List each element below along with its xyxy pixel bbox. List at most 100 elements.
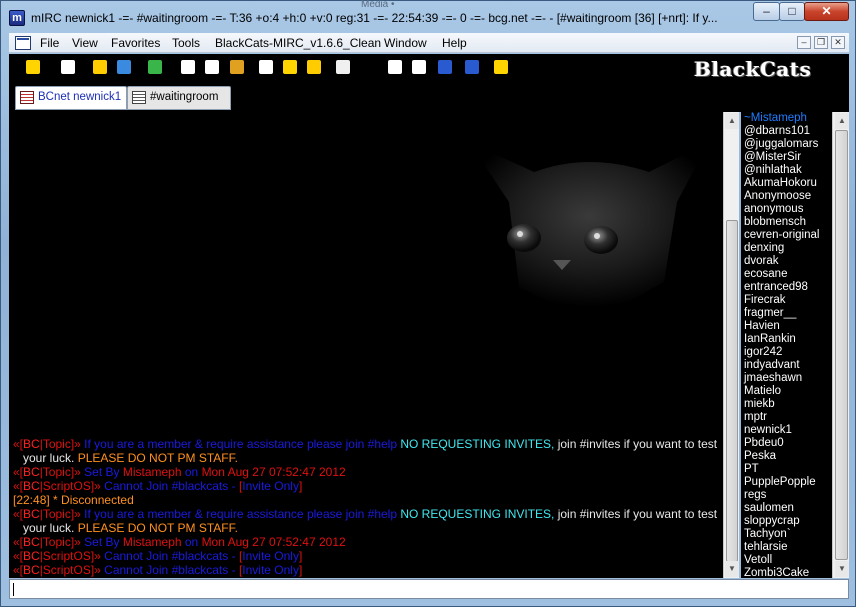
- nick-item[interactable]: indyadvant: [741, 359, 832, 372]
- nick-item[interactable]: @juggalomars: [741, 138, 832, 151]
- url-icon[interactable]: [412, 60, 426, 74]
- close-button[interactable]: ✕: [804, 2, 849, 21]
- chat-scrollbar[interactable]: ▲ ▼: [723, 112, 739, 578]
- nick-item[interactable]: Vetoll: [741, 554, 832, 567]
- chat-line-segment: If you are a member & require assistance…: [84, 437, 401, 451]
- message-input[interactable]: [9, 579, 849, 599]
- tab-channel-waitingroom[interactable]: #waitingroom: [127, 86, 231, 110]
- chat-line: «[BC|ScriptOS]» Cannot Join #blackcats -…: [13, 563, 719, 577]
- chat-line-segment: Topic: [42, 437, 71, 451]
- timer-icon[interactable]: [205, 60, 219, 74]
- background-tab-label: Media •: [361, 0, 395, 9]
- nick-scroll-up-arrow-icon[interactable]: ▲: [835, 113, 849, 129]
- nick-item[interactable]: Firecrak: [741, 294, 832, 307]
- dcc-send-icon[interactable]: [283, 60, 297, 74]
- options-icon[interactable]: [61, 60, 75, 74]
- menu-view[interactable]: View: [72, 36, 98, 50]
- nick-item[interactable]: Zombi3Cake: [741, 567, 832, 578]
- nick-item[interactable]: igor242: [741, 346, 832, 359]
- nick-item[interactable]: blobmensch: [741, 216, 832, 229]
- menu-window[interactable]: Window: [384, 36, 427, 50]
- nick-item[interactable]: saulomen: [741, 502, 832, 515]
- nicklist-scroll-thumb[interactable]: [835, 130, 848, 560]
- nick-item[interactable]: jmaeshawn: [741, 372, 832, 385]
- nick-item[interactable]: Tachyon`: [741, 528, 832, 541]
- toolbar: BlackCats: [9, 54, 849, 100]
- nick-item[interactable]: @dbarns101: [741, 125, 832, 138]
- nick-item[interactable]: miekb: [741, 398, 832, 411]
- notify-icon[interactable]: [181, 60, 195, 74]
- tile-icon[interactable]: [438, 60, 452, 74]
- away-icon[interactable]: [494, 60, 508, 74]
- nick-item[interactable]: tehlarsie: [741, 541, 832, 554]
- nick-item[interactable]: sloppycrap: [741, 515, 832, 528]
- chat-line-segment: BC: [23, 507, 40, 521]
- window-menu-icon[interactable]: [15, 36, 31, 50]
- blackcats-brand-logo: BlackCats: [694, 57, 812, 81]
- mdi-restore-button[interactable]: ❐: [814, 36, 828, 49]
- chat-line: [22:48] * Disconnected: [13, 493, 719, 507]
- status-window-icon: [20, 91, 34, 104]
- maximize-button[interactable]: □: [779, 2, 805, 21]
- colors-icon[interactable]: [230, 60, 244, 74]
- nick-item[interactable]: Matielo: [741, 385, 832, 398]
- chat-scroll-thumb[interactable]: [726, 220, 738, 562]
- notes-icon[interactable]: [336, 60, 350, 74]
- tab-status-window[interactable]: BCnet newnick1: [15, 86, 127, 110]
- connect-icon[interactable]: [26, 60, 40, 74]
- menu-help[interactable]: Help: [442, 36, 467, 50]
- scroll-up-arrow-icon[interactable]: ▲: [725, 113, 739, 129]
- chat-line-segment: ]: [298, 549, 303, 563]
- text-caret: [13, 583, 14, 596]
- nick-item[interactable]: dvorak: [741, 255, 832, 268]
- menu-blackcats[interactable]: BlackCats-MIRC_v1.6.6_Clean: [215, 36, 381, 50]
- nick-item[interactable]: regs: [741, 489, 832, 502]
- nick-item[interactable]: fragmer__: [741, 307, 832, 320]
- menu-favorites[interactable]: Favorites: [111, 36, 160, 50]
- nick-item[interactable]: cevren-original: [741, 229, 832, 242]
- nick-item[interactable]: PT: [741, 463, 832, 476]
- minimize-button[interactable]: –: [753, 2, 780, 21]
- chat-line-segment: -: [228, 563, 239, 577]
- nick-item[interactable]: @MisterSir: [741, 151, 832, 164]
- nick-item[interactable]: PupplePopple: [741, 476, 832, 489]
- nick-item[interactable]: ~Mistameph: [741, 112, 832, 125]
- chat-line-segment: Topic: [42, 507, 71, 521]
- nick-item[interactable]: Peska: [741, 450, 832, 463]
- nick-scroll-down-arrow-icon[interactable]: ▼: [835, 561, 849, 577]
- chat-window[interactable]: «[BC|Topic]» If you are a member & requi…: [9, 112, 723, 578]
- nick-item[interactable]: Pbdeu0: [741, 437, 832, 450]
- dcc-chat-icon[interactable]: [307, 60, 321, 74]
- menu-bar: File View Favorites Tools BlackCats-MIRC…: [9, 33, 849, 53]
- nick-list[interactable]: ~Mistameph @dbarns101 @juggalomars @MisterS…: [741, 112, 832, 578]
- ignore-icon[interactable]: [388, 60, 402, 74]
- nick-item[interactable]: newnick1: [741, 424, 832, 437]
- address-book-icon[interactable]: [148, 60, 162, 74]
- nick-item[interactable]: denxing: [741, 242, 832, 255]
- nick-item[interactable]: anonymous: [741, 203, 832, 216]
- cascade-icon[interactable]: [465, 60, 479, 74]
- menu-tools[interactable]: Tools: [172, 36, 200, 50]
- channels-icon[interactable]: [93, 60, 107, 74]
- title-bar[interactable]: m Media • mIRC newnick1 -=- #waitingroom…: [1, 0, 856, 31]
- nick-item[interactable]: Anonymoose: [741, 190, 832, 203]
- script-editor-icon[interactable]: [259, 60, 273, 74]
- nick-item[interactable]: ecosane: [741, 268, 832, 281]
- menu-file[interactable]: File: [40, 36, 59, 50]
- nicklist-scrollbar[interactable]: ▲ ▼: [832, 112, 849, 578]
- nick-item[interactable]: mptr: [741, 411, 832, 424]
- mdi-close-button[interactable]: ✕: [831, 36, 845, 49]
- scroll-down-arrow-icon[interactable]: ▼: [725, 561, 739, 577]
- chat-line-segment: Invite Only: [242, 479, 299, 493]
- nick-item[interactable]: IanRankin: [741, 333, 832, 346]
- chat-line-segment: BC: [23, 479, 40, 493]
- chat-line-segment: Mistameph: [122, 535, 182, 549]
- nick-item[interactable]: AkumaHokoru: [741, 177, 832, 190]
- nick-item[interactable]: Havien: [741, 320, 832, 333]
- scripts-icon[interactable]: [117, 60, 131, 74]
- mirc-app-icon[interactable]: m: [9, 10, 25, 26]
- nick-item[interactable]: entranced98: [741, 281, 832, 294]
- mdi-minimize-button[interactable]: –: [797, 36, 811, 49]
- chat-line-segment: BC: [23, 549, 40, 563]
- nick-item[interactable]: @nihlathak: [741, 164, 832, 177]
